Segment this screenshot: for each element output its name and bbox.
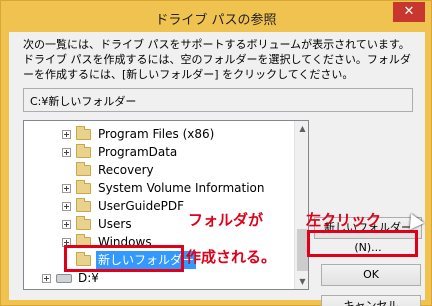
tree-item-label: ProgramData (98, 145, 178, 159)
folder-icon (76, 162, 91, 176)
folder-icon (76, 216, 91, 230)
close-button[interactable]: ✕ (393, 2, 425, 22)
dialog-title: ドライブ パスの参照 (155, 13, 277, 28)
expand-icon[interactable] (62, 148, 71, 157)
scroll-up-arrow-icon[interactable]: ▲ (295, 121, 308, 136)
ok-button[interactable]: OK (321, 264, 421, 286)
tree-item-label: System Volume Information (98, 181, 265, 195)
annotation-folder-created-1: フォルダが (188, 211, 264, 229)
ok-button-highlight (307, 230, 418, 257)
selected-folder-highlight (64, 245, 184, 272)
expand-icon[interactable] (42, 274, 51, 283)
description-text: 次の一覧には、ドライブ パスをサポートするボリュームが表示されています。ドライブ… (23, 38, 411, 81)
folder-icon (76, 144, 91, 158)
drive-icon (56, 274, 72, 283)
annotation-left-click: 左クリック (306, 211, 382, 229)
tree-item-label: Recovery (98, 163, 154, 177)
annotation-folder-created-2: 作成される。 (186, 248, 277, 266)
expand-icon[interactable] (62, 130, 71, 139)
folder-icon (76, 198, 91, 212)
tree-item-label: UserGuidePDF (98, 199, 184, 213)
folder-icon (76, 126, 91, 140)
cancel-button[interactable]: キャンセル (321, 295, 421, 306)
expand-icon[interactable] (62, 220, 71, 229)
scroll-down-arrow-icon[interactable]: ▼ (295, 274, 308, 289)
tree-item-label: Users (98, 217, 132, 231)
title-bar[interactable]: ドライブ パスの参照 ✕ (1, 1, 431, 33)
vertical-scrollbar[interactable]: ▲ ▼ (294, 121, 308, 289)
folder-icon (76, 180, 91, 194)
expand-icon[interactable] (62, 184, 71, 193)
current-path-field: C:¥新しいフォルダー (23, 88, 413, 112)
tree-item-label: Program Files (x86) (98, 127, 215, 141)
expand-icon[interactable] (62, 202, 71, 211)
